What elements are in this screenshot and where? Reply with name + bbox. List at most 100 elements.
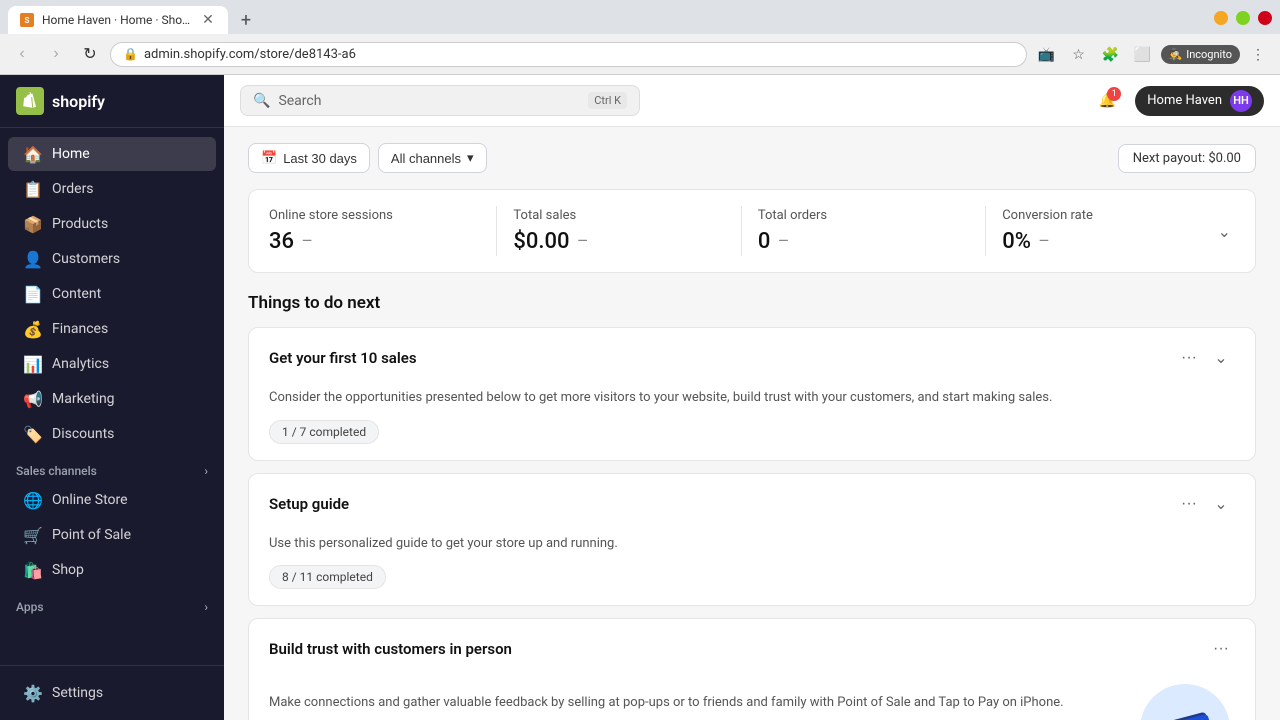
task-card-first-sales: Get your first 10 sales ··· ⌄ Consider t… [248,327,1256,461]
content-icon: 📄 [24,285,42,303]
reload-button[interactable]: ↻ [76,40,104,68]
online-store-icon: 🌐 [24,491,42,509]
task-setup-more-button[interactable]: ··· [1175,490,1203,518]
incognito-badge: 🕵️ Incognito [1161,45,1241,64]
section-title: Things to do next [248,293,1256,313]
stat-orders-change: — [778,234,788,249]
task-card-setup-guide-actions: ··· ⌄ [1175,490,1235,518]
sidebar-item-shop[interactable]: 🛍️ Shop [8,553,216,587]
sidebar-item-label: Analytics [52,356,109,372]
task-trust-more-button[interactable]: ··· [1207,635,1235,663]
close-button[interactable] [1258,11,1272,25]
task-card-build-trust-content: Make connections and gather valuable fee… [269,693,1115,720]
stat-divider-2 [741,206,742,256]
sidebar-item-home[interactable]: 🏠 Home [8,137,216,171]
sidebar: shopify 🏠 Home 📋 Orders 📦 Products 👤 Cus… [0,75,224,720]
channel-filter[interactable]: All channels ▾ [378,143,487,173]
bookmark-button[interactable]: ☆ [1065,40,1093,68]
sidebar-item-orders[interactable]: 📋 Orders [8,172,216,206]
stat-orders-value: 0 — [758,229,969,254]
split-button[interactable]: ⬜ [1129,40,1157,68]
maximize-button[interactable] [1236,11,1250,25]
extensions-button[interactable]: 🧩 [1097,40,1125,68]
shopify-logo-icon [16,87,44,115]
sidebar-item-discounts[interactable]: 🏷️ Discounts [8,417,216,451]
task-card-build-trust-title: Build trust with customers in person [269,640,512,658]
stat-divider-1 [496,206,497,256]
address-text: admin.shopify.com/store/de8143-a6 [144,47,356,62]
point-of-sale-icon: 🛒 [24,526,42,544]
search-bar[interactable]: 🔍 Search Ctrl K [240,85,640,116]
sidebar-header: shopify [0,75,224,128]
settings-icon: ⚙️ [24,684,42,702]
search-icon: 🔍 [253,93,270,109]
sales-channels-arrow: › [204,464,208,478]
sidebar-item-online-store[interactable]: 🌐 Online Store [8,483,216,517]
cast-button[interactable]: 📺 [1033,40,1061,68]
store-badge[interactable]: Home Haven HH [1135,86,1264,116]
sidebar-item-analytics[interactable]: 📊 Analytics [8,347,216,381]
new-tab-button[interactable]: + [232,6,260,34]
customers-icon: 👤 [24,250,42,268]
filter-group: 📅 Last 30 days All channels ▾ [248,143,487,173]
tab-close-button[interactable]: ✕ [200,12,216,28]
forward-button[interactable]: › [42,40,70,68]
stat-divider-3 [985,206,986,256]
shop-icon: 🛍️ [24,561,42,579]
products-icon: 📦 [24,215,42,233]
stats-card: Online store sessions 36 — Total sales $… [248,189,1256,273]
channel-label: All channels [391,151,461,166]
sidebar-item-marketing[interactable]: 📢 Marketing [8,382,216,416]
stat-conversion-change: — [1039,234,1049,249]
store-avatar: HH [1230,90,1252,112]
stats-expand-button[interactable]: ⌄ [1214,218,1235,245]
menu-button[interactable]: ⋮ [1244,40,1272,68]
back-button[interactable]: ‹ [8,40,36,68]
sidebar-item-label: Orders [52,181,94,197]
task-card-first-sales-title: Get your first 10 sales [269,349,417,367]
search-shortcut: Ctrl K [588,92,627,109]
sidebar-item-label: Point of Sale [52,527,131,543]
date-range-label: Last 30 days [283,151,357,166]
task-card-build-trust-header: Build trust with customers in person ··· [249,619,1255,679]
sidebar-item-customers[interactable]: 👤 Customers [8,242,216,276]
sales-channels-label: Sales channels [16,464,97,478]
next-payout: Next payout: $0.00 [1118,144,1256,173]
sidebar-item-products[interactable]: 📦 Products [8,207,216,241]
sidebar-item-settings[interactable]: ⚙️ Settings [16,678,208,708]
active-browser-tab[interactable]: S Home Haven · Home · Shopify ✕ [8,6,228,34]
minimize-button[interactable] [1214,11,1228,25]
tab-favicon: S [20,13,34,27]
address-bar[interactable]: 🔒 admin.shopify.com/store/de8143-a6 [110,42,1027,67]
sidebar-item-label: Home [52,146,90,162]
notification-badge: 1 [1107,87,1121,101]
date-range-filter[interactable]: 📅 Last 30 days [248,143,370,173]
browser-chrome: S Home Haven · Home · Shopify ✕ + ‹ › ↻ … [0,0,1280,75]
settings-label: Settings [52,685,103,701]
task-progress-badge: 1 / 7 completed [269,420,379,444]
store-name: Home Haven [1147,93,1222,108]
stat-orders: Total orders 0 — [758,208,969,254]
task-setup-collapse-button[interactable]: ⌄ [1207,490,1235,518]
sidebar-item-finances[interactable]: 💰 Finances [8,312,216,346]
chevron-down-icon: ▾ [467,150,474,166]
sidebar-item-point-of-sale[interactable]: 🛒 Point of Sale [8,518,216,552]
sales-channels-header[interactable]: Sales channels › [0,452,224,482]
stat-sessions: Online store sessions 36 — [269,208,480,254]
sidebar-footer: ⚙️ Settings [0,665,224,720]
sidebar-item-label: Online Store [52,492,128,508]
stat-sales-label: Total sales [513,208,724,223]
task-card-setup-guide-title: Setup guide [269,495,349,513]
task-more-button[interactable]: ··· [1175,344,1203,372]
stat-orders-label: Total orders [758,208,969,223]
task-card-build-trust-desc: Make connections and gather valuable fee… [269,693,1115,713]
sidebar-item-content[interactable]: 📄 Content [8,277,216,311]
stat-sales-change: — [578,234,588,249]
notification-button[interactable]: 🔔 1 [1091,85,1123,117]
task-card-setup-guide: Setup guide ··· ⌄ Use this personalized … [248,473,1256,607]
task-card-setup-guide-desc: Use this personalized guide to get your … [269,534,1235,554]
stat-sessions-change: — [302,234,312,249]
apps-header[interactable]: Apps › [0,588,224,618]
stat-conversion: Conversion rate 0% — [1002,208,1213,254]
task-collapse-button[interactable]: ⌄ [1207,344,1235,372]
